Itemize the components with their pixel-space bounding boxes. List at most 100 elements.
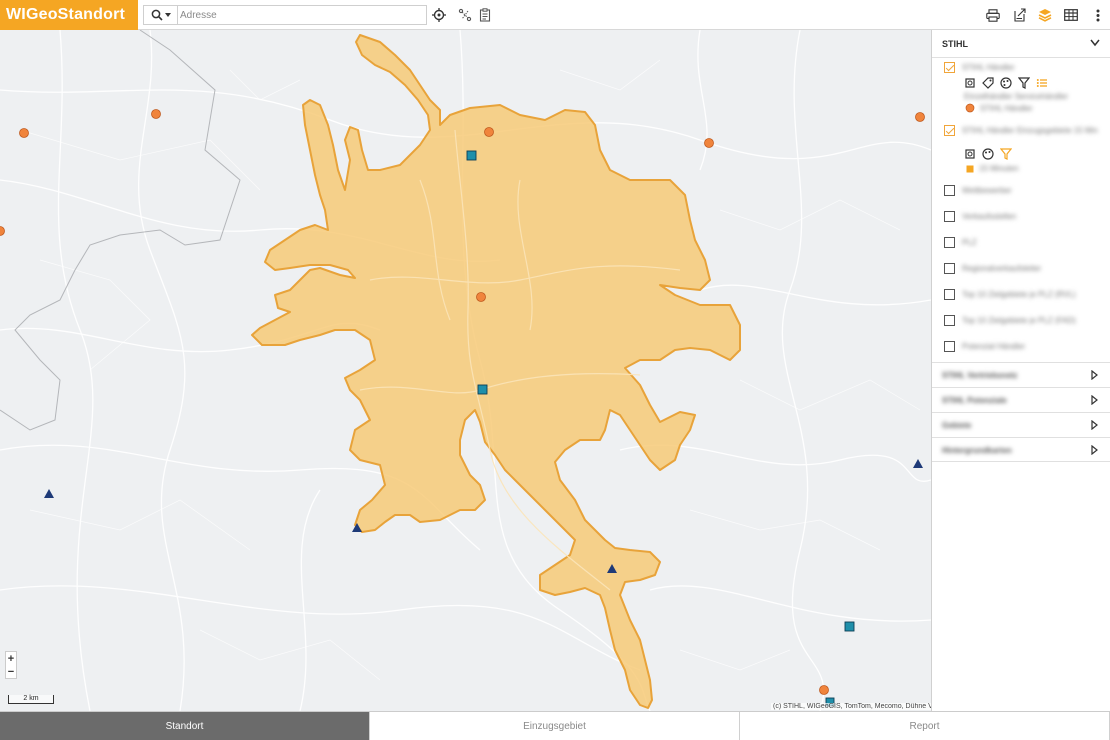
layer-checkbox[interactable]: [944, 341, 955, 352]
filter-icon[interactable]: [1000, 148, 1012, 160]
dealer-marker[interactable]: [704, 138, 714, 148]
layer-label: STIHL Händler Einzugsgebiete 15 Min: [962, 126, 1098, 135]
label-icon[interactable]: [982, 77, 994, 89]
print-button[interactable]: [982, 5, 1004, 25]
layer-item: PLZ: [932, 230, 1110, 256]
dealer-marker[interactable]: [0, 226, 5, 236]
square-marker[interactable]: [477, 384, 488, 395]
legend-dot-icon: [965, 103, 975, 113]
dealer-marker[interactable]: [819, 685, 829, 695]
dealer-marker[interactable]: [915, 112, 925, 122]
zoom-to-layer-icon[interactable]: [964, 148, 976, 160]
search-mode-dropdown[interactable]: [144, 6, 178, 24]
tab-einzugsgebiet[interactable]: Einzugsgebiet: [370, 712, 740, 740]
section-label: STIHL Potenziale: [942, 396, 1007, 405]
section-potenziale[interactable]: STIHL Potenziale: [932, 387, 1110, 412]
layer-item: Top 10 Zielgebiete je PLZ (FAD): [932, 308, 1110, 334]
search-box: [143, 5, 427, 25]
route-icon: [458, 8, 472, 22]
layers-button[interactable]: [1034, 5, 1056, 25]
print-icon: [986, 8, 1000, 22]
layer-checkbox-dealers[interactable]: [944, 62, 955, 73]
layer-label: Top 10 Zielgebiete je PLZ (RVL): [962, 290, 1076, 299]
layer-checkbox[interactable]: [944, 211, 955, 222]
chevron-right-icon: [1091, 370, 1098, 380]
clipboard-icon: [479, 8, 491, 22]
dealer-marker[interactable]: [484, 127, 494, 137]
section-vertriebsnetz[interactable]: STIHL Vertriebsnetz: [932, 362, 1110, 387]
layer-label: PLZ: [962, 238, 977, 247]
layer-tools: [964, 148, 1012, 160]
map-canvas[interactable]: + − 2 km (c) STIHL, WIGeoGIS, TomTom, Me…: [0, 30, 931, 711]
catchment-area[interactable]: [251, 34, 741, 709]
app-logo: WIGeoStandort: [0, 0, 138, 30]
search-icon: [151, 9, 163, 21]
layer-label: Top 10 Zielgebiete je PLZ (FAD): [962, 316, 1076, 325]
clipboard-button[interactable]: [474, 5, 496, 25]
triangle-marker[interactable]: [913, 459, 923, 468]
chevron-down-icon: [1090, 39, 1100, 47]
table-button[interactable]: [1060, 5, 1082, 25]
filter-icon[interactable]: [1018, 77, 1030, 89]
layer-group-header[interactable]: STIHL: [932, 30, 1110, 58]
bottom-tabs: Standort Einzugsgebiet Report: [0, 711, 1110, 740]
layer-item: Verkaufsstellen: [932, 204, 1110, 230]
layer-item: Top 10 Zielgebiete je PLZ (RVL): [932, 282, 1110, 308]
layer-checkbox[interactable]: [944, 315, 955, 326]
layer-checkbox[interactable]: [944, 263, 955, 274]
route-button[interactable]: [454, 5, 476, 25]
layer-item: Wettbewerber: [932, 178, 1110, 204]
scale-bar: 2 km: [8, 695, 54, 704]
square-marker[interactable]: [466, 150, 477, 161]
layer-legend: 15 Minuten: [966, 164, 1019, 173]
layer-item-dealers: STIHL Händler Einzelhändler Servicehändl…: [932, 58, 1110, 120]
section-hintergrundkarten[interactable]: Hintergrundkarten: [932, 437, 1110, 462]
locate-button[interactable]: [428, 5, 450, 25]
zoom-in-button[interactable]: +: [6, 652, 16, 665]
triangle-marker[interactable]: [44, 489, 54, 498]
layer-checkbox[interactable]: [944, 185, 955, 196]
tab-report[interactable]: Report: [740, 712, 1110, 740]
chevron-right-icon: [1091, 395, 1098, 405]
layer-group-title: STIHL: [942, 39, 968, 49]
layer-label: Verkaufsstellen: [962, 212, 1017, 221]
export-button[interactable]: [1008, 5, 1030, 25]
layer-label: Wettbewerber: [962, 186, 1012, 195]
layer-checkbox[interactable]: [944, 237, 955, 248]
zoom-out-button[interactable]: −: [6, 665, 16, 678]
more-menu-button[interactable]: [1087, 5, 1109, 25]
layer-tools: [964, 77, 1048, 89]
layer-checkbox[interactable]: [944, 289, 955, 300]
dealer-marker[interactable]: [476, 292, 486, 302]
zoom-control: + −: [5, 651, 17, 679]
chevron-right-icon: [1091, 445, 1098, 455]
dealer-marker[interactable]: [151, 109, 161, 119]
export-icon: [1013, 8, 1026, 22]
search-input[interactable]: [180, 7, 424, 23]
square-marker[interactable]: [844, 621, 855, 632]
style-icon[interactable]: [982, 148, 994, 160]
layer-checkbox-catchment[interactable]: [944, 125, 955, 136]
layers-icon: [1038, 9, 1052, 22]
zoom-to-layer-icon[interactable]: [964, 77, 976, 89]
layer-label: Potenzial Händler: [962, 342, 1026, 351]
legend-label: STIHL Händler: [980, 103, 1033, 113]
map-layer: [0, 30, 931, 711]
list-icon[interactable]: [1036, 77, 1048, 89]
triangle-markers: [44, 459, 923, 573]
layer-item: Regionalverkaufsleiter: [932, 256, 1110, 282]
layer-panel: STIHL STIHL Händler Einzelhändler Servic…: [931, 30, 1110, 711]
tab-standort[interactable]: Standort: [0, 712, 370, 740]
legend-square-icon: [966, 165, 974, 172]
map-attribution: (c) STIHL, WIGeoGIS, TomTom, Mecomo, Düh…: [771, 703, 931, 710]
chevron-right-icon: [1091, 420, 1098, 430]
section-gebiete[interactable]: Gebiete: [932, 412, 1110, 437]
chevron-down-icon: [164, 13, 171, 17]
dealer-marker[interactable]: [19, 128, 29, 138]
section-label: STIHL Vertriebsnetz: [942, 371, 1018, 380]
layer-item-catchment: STIHL Händler Einzugsgebiete 15 Min 15 M…: [932, 120, 1110, 178]
style-icon[interactable]: [1000, 77, 1012, 89]
locate-icon: [432, 8, 446, 22]
table-icon: [1064, 9, 1078, 21]
layer-item: Potenzial Händler: [932, 334, 1110, 360]
